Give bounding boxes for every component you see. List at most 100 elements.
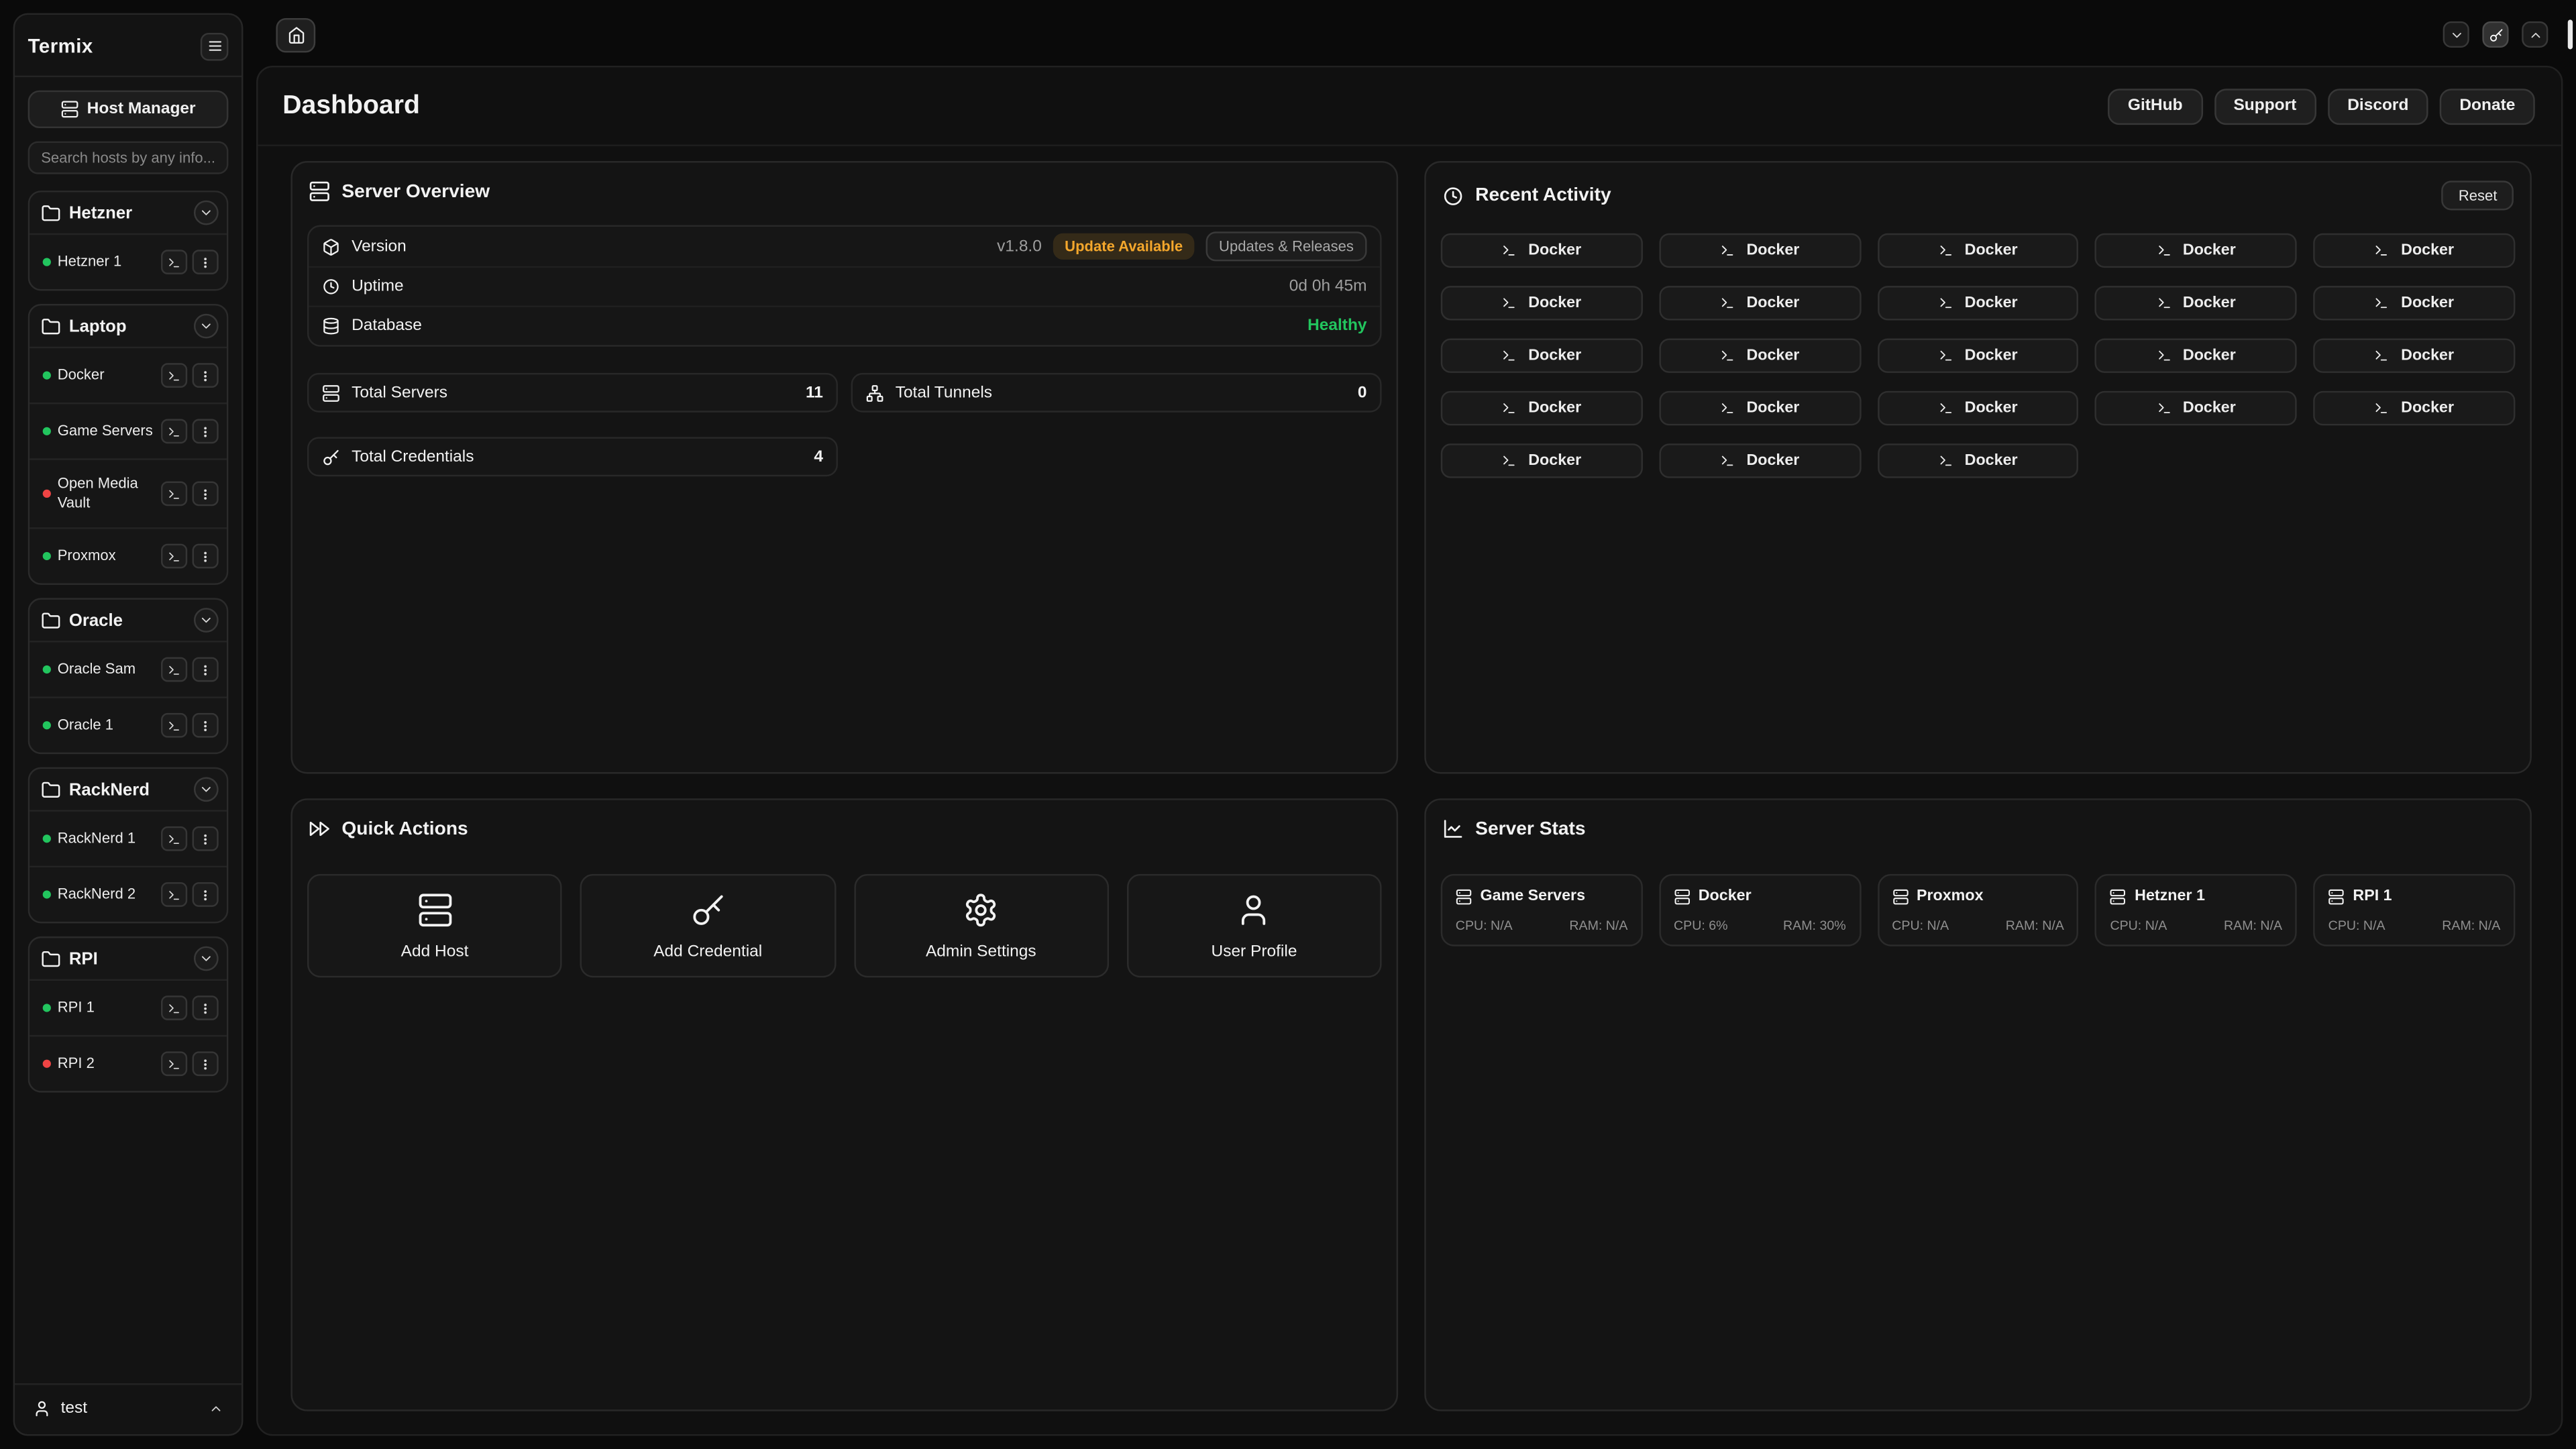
host-group-header[interactable]: Oracle bbox=[30, 600, 227, 641]
recent-activity-item[interactable]: Docker bbox=[2314, 338, 2516, 372]
recent-activity-item[interactable]: Docker bbox=[1659, 286, 1861, 320]
host-menu-button[interactable] bbox=[193, 482, 219, 506]
host-menu-button[interactable] bbox=[193, 827, 219, 852]
host-row[interactable]: Hetzner 1 bbox=[30, 233, 227, 289]
host-menu-button[interactable] bbox=[193, 250, 219, 274]
recent-activity-item[interactable]: Docker bbox=[1877, 391, 2079, 425]
recent-activity-item[interactable]: Docker bbox=[1659, 443, 1861, 478]
tabbar-chevron-up-button[interactable] bbox=[2522, 21, 2548, 48]
host-group-header[interactable]: RPI bbox=[30, 938, 227, 979]
recent-activity-item[interactable]: Docker bbox=[1441, 391, 1643, 425]
host-terminal-button[interactable] bbox=[161, 827, 187, 852]
server-overview-card: Server Overview Version v1.8.0 Update Av… bbox=[290, 161, 1398, 773]
server-stat-tile: Hetzner 1 CPU: N/A RAM: N/A bbox=[2095, 874, 2297, 947]
host-search-input[interactable] bbox=[28, 142, 229, 174]
header-link-button[interactable]: GitHub bbox=[2108, 88, 2202, 124]
host-group-header[interactable]: RackNerd bbox=[30, 769, 227, 810]
recent-activity-item[interactable]: Docker bbox=[2314, 233, 2516, 268]
host-name: RackNerd 1 bbox=[58, 830, 154, 849]
user-profile-button[interactable]: User Profile bbox=[1126, 874, 1381, 977]
recent-activity-item[interactable]: Docker bbox=[1659, 338, 1861, 372]
recent-activity-item[interactable]: Docker bbox=[2095, 286, 2297, 320]
host-row[interactable]: RPI 2 bbox=[30, 1036, 227, 1091]
action-label: Admin Settings bbox=[926, 942, 1036, 960]
server-name: Hetzner 1 bbox=[2135, 887, 2205, 905]
server-stat-tile: Proxmox CPU: N/A RAM: N/A bbox=[1877, 874, 2079, 947]
recent-activity-item[interactable]: Docker bbox=[1441, 286, 1643, 320]
sidebar-user-row[interactable]: test bbox=[15, 1383, 241, 1421]
terminal-icon bbox=[1502, 401, 1517, 416]
host-terminal-button[interactable] bbox=[161, 363, 187, 388]
header-link-button[interactable]: Support bbox=[2214, 88, 2316, 124]
tab-home[interactable] bbox=[276, 17, 315, 52]
host-menu-button[interactable] bbox=[193, 419, 219, 443]
recent-activity-item[interactable]: Docker bbox=[1659, 233, 1861, 268]
host-row[interactable]: Oracle Sam bbox=[30, 641, 227, 697]
recent-activity-item[interactable]: Docker bbox=[2095, 233, 2297, 268]
activity-item-label: Docker bbox=[1528, 347, 1581, 365]
chevron-down-icon bbox=[199, 205, 213, 220]
host-terminal-button[interactable] bbox=[161, 714, 187, 739]
host-terminal-button[interactable] bbox=[161, 883, 187, 908]
user-menu-toggle-button[interactable] bbox=[209, 1401, 223, 1416]
server-stat-metrics: CPU: N/A RAM: N/A bbox=[1892, 918, 2064, 933]
host-row[interactable]: Oracle 1 bbox=[30, 697, 227, 753]
recent-activity-item[interactable]: Docker bbox=[1441, 443, 1643, 478]
group-collapse-button[interactable] bbox=[194, 777, 219, 802]
host-menu-button[interactable] bbox=[193, 1052, 219, 1077]
group-collapse-button[interactable] bbox=[194, 608, 219, 633]
host-menu-button[interactable] bbox=[193, 545, 219, 570]
host-menu-button[interactable] bbox=[193, 658, 219, 683]
recent-activity-item[interactable]: Docker bbox=[1441, 233, 1643, 268]
recent-activity-item[interactable]: Docker bbox=[1659, 391, 1861, 425]
recent-activity-item[interactable]: Docker bbox=[1877, 338, 2079, 372]
host-menu-button[interactable] bbox=[193, 363, 219, 388]
recent-activity-item[interactable]: Docker bbox=[2314, 286, 2516, 320]
tabbar-key-button[interactable] bbox=[2482, 21, 2508, 48]
host-menu-button[interactable] bbox=[193, 714, 219, 739]
host-row[interactable]: RPI 1 bbox=[30, 980, 227, 1036]
host-terminal-button[interactable] bbox=[161, 996, 187, 1021]
host-group-header[interactable]: Laptop bbox=[30, 306, 227, 347]
group-collapse-button[interactable] bbox=[194, 947, 219, 972]
recent-activity-item[interactable]: Docker bbox=[1877, 286, 2079, 320]
header-link-button[interactable]: Discord bbox=[2328, 88, 2428, 124]
host-menu-button[interactable] bbox=[193, 883, 219, 908]
host-manager-button[interactable]: Host Manager bbox=[28, 91, 229, 128]
activity-item-label: Docker bbox=[1746, 347, 1799, 365]
host-row[interactable]: RackNerd 2 bbox=[30, 867, 227, 922]
host-row[interactable]: Docker bbox=[30, 347, 227, 402]
recent-activity-item[interactable]: Docker bbox=[2095, 391, 2297, 425]
host-menu-button[interactable] bbox=[193, 996, 219, 1021]
add-host-button[interactable]: Add Host bbox=[307, 874, 562, 977]
recent-activity-item[interactable]: Docker bbox=[1441, 338, 1643, 372]
reset-button[interactable]: Reset bbox=[2442, 180, 2514, 210]
sidebar-menu-button[interactable] bbox=[201, 32, 229, 60]
overview-stats: Total Servers 11 Total Tunnels 0 Total C… bbox=[307, 373, 1382, 476]
host-terminal-button[interactable] bbox=[161, 1052, 187, 1077]
recent-activity-item[interactable]: Docker bbox=[1877, 443, 2079, 478]
host-terminal-button[interactable] bbox=[161, 250, 187, 274]
host-terminal-button[interactable] bbox=[161, 545, 187, 570]
recent-activity-item[interactable]: Docker bbox=[2095, 338, 2297, 372]
updates-releases-button[interactable]: Updates & Releases bbox=[1205, 231, 1366, 261]
host-group-header[interactable]: Hetzner bbox=[30, 193, 227, 233]
tabbar-chevron-down-button[interactable] bbox=[2443, 21, 2469, 48]
host-terminal-button[interactable] bbox=[161, 658, 187, 683]
recent-activity-item[interactable]: Docker bbox=[2314, 391, 2516, 425]
header-link-button[interactable]: Donate bbox=[2440, 88, 2535, 124]
scrollbar-thumb[interactable] bbox=[2568, 19, 2573, 49]
group-collapse-button[interactable] bbox=[194, 314, 219, 339]
add-credential-button[interactable]: Add Credential bbox=[580, 874, 835, 977]
folder-icon bbox=[41, 949, 60, 969]
host-terminal-button[interactable] bbox=[161, 419, 187, 443]
recent-activity-item[interactable]: Docker bbox=[1877, 233, 2079, 268]
host-row[interactable]: Proxmox bbox=[30, 528, 227, 584]
terminal-icon bbox=[168, 550, 181, 564]
group-collapse-button[interactable] bbox=[194, 201, 219, 225]
host-terminal-button[interactable] bbox=[161, 482, 187, 506]
host-row[interactable]: RackNerd 1 bbox=[30, 810, 227, 866]
host-row[interactable]: Game Servers bbox=[30, 402, 227, 458]
admin-settings-button[interactable]: Admin Settings bbox=[853, 874, 1108, 977]
host-row[interactable]: Open Media Vault bbox=[30, 458, 227, 528]
